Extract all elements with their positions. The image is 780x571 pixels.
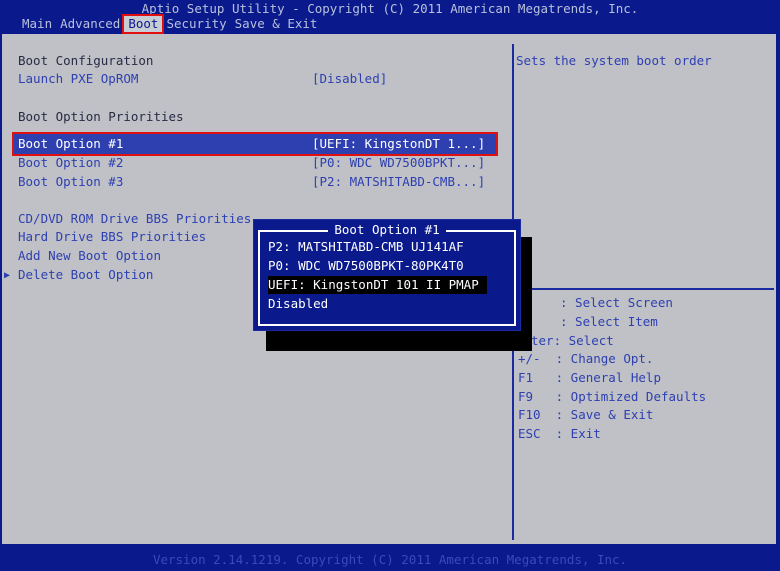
popup-item-matshita[interactable]: P2: MATSHITABD-CMB UJ141AF: [268, 238, 464, 256]
key-optimized-defaults: F9 : Optimized Defaults: [518, 389, 707, 404]
title-bar: Aptio Setup Utility - Copyright (C) 2011…: [0, 0, 780, 34]
popup-item-disabled[interactable]: Disabled: [268, 295, 328, 313]
section-boot-configuration: Boot Configuration: [18, 53, 154, 68]
boot-option-3-label[interactable]: Boot Option #3: [18, 173, 123, 191]
boot-option-popup: Boot Option #1 P2: MATSHITABD-CMB UJ141A…: [253, 219, 521, 331]
boot-option-1-label[interactable]: Boot Option #1: [18, 135, 123, 153]
delete-boot-option[interactable]: Delete Boot Option: [18, 266, 153, 284]
popup-title-text: Boot Option #1: [328, 222, 446, 237]
key-change-opt: +/- : Change Opt.: [518, 351, 654, 366]
boot-option-1-value[interactable]: [UEFI: KingstonDT 1...]: [312, 135, 485, 153]
tab-security[interactable]: Security: [162, 16, 230, 32]
boot-option-2-label[interactable]: Boot Option #2: [18, 154, 123, 172]
help-panel: Sets the system boot order : Select Scre…: [514, 44, 774, 540]
launch-pxe-label[interactable]: Launch PXE OpROM: [18, 70, 138, 88]
utility-title: Aptio Setup Utility - Copyright (C) 2011…: [141, 1, 639, 16]
key-enter-select: ter: Select: [531, 333, 614, 348]
tab-advanced[interactable]: Advanced: [56, 16, 124, 32]
submenu-arrow-icon: ▶: [4, 270, 11, 281]
help-divider: [514, 288, 774, 290]
key-save-exit: F10 : Save & Exit: [518, 407, 654, 422]
hard-drive-bbs-priorities[interactable]: Hard Drive BBS Priorities: [18, 228, 206, 246]
tab-boot[interactable]: Boot: [122, 14, 165, 34]
version-footer: Version 2.14.1219. Copyright (C) 2011 Am…: [152, 552, 628, 567]
popup-title: Boot Option #1: [254, 222, 520, 237]
tab-main[interactable]: Main: [18, 16, 56, 32]
key-select-screen: : Select Screen: [560, 295, 673, 310]
help-description: Sets the system boot order: [516, 53, 712, 68]
key-general-help: F1 : General Help: [518, 370, 661, 385]
popup-item-kingston[interactable]: UEFI: KingstonDT 101 II PMAP: [268, 276, 487, 294]
popup-item-wdc[interactable]: P0: WDC WD7500BPKT-80PK4T0: [268, 257, 464, 275]
key-exit: ESC : Exit: [518, 426, 601, 441]
section-boot-option-priorities: Boot Option Priorities: [18, 109, 184, 124]
key-select-item: : Select Item: [560, 314, 658, 329]
menu-bar: Main Advanced Boot Security Save & Exit: [18, 14, 322, 34]
cd-dvd-bbs-priorities[interactable]: CD/DVD ROM Drive BBS Priorities: [18, 210, 251, 228]
add-new-boot-option[interactable]: Add New Boot Option: [18, 247, 161, 265]
boot-option-3-value[interactable]: [P2: MATSHITABD-CMB...]: [312, 173, 485, 191]
launch-pxe-value[interactable]: [Disabled]: [312, 70, 387, 88]
tab-save-exit[interactable]: Save & Exit: [231, 16, 322, 32]
boot-option-2-value[interactable]: [P0: WDC WD7500BPKT...]: [312, 154, 485, 172]
